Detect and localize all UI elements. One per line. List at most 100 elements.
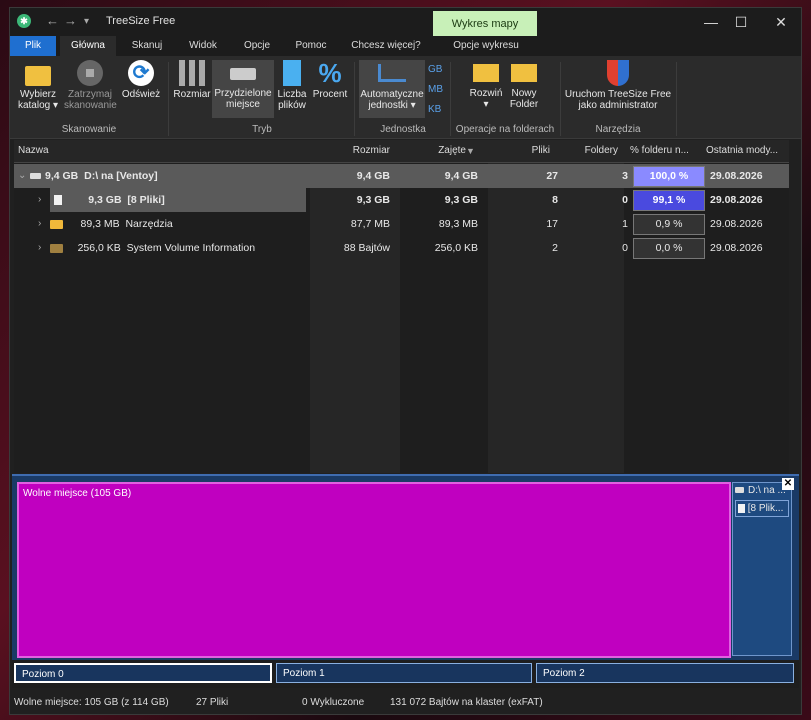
stop-scan-button[interactable]: Zatrzymaj skanowanie	[64, 60, 117, 111]
file-count-button[interactable]: Liczba plików	[274, 60, 310, 111]
forward-arrow-icon[interactable]: →	[64, 13, 77, 28]
minimize-button[interactable]: —	[696, 12, 726, 32]
title-bar: ✱ ← → ▾ TreeSize Free Wykres mapy drzewa…	[10, 8, 801, 56]
col-header-percent[interactable]: % folderu n...	[630, 140, 689, 162]
treemap-free-space-label: Wolne miejsce (105 GB)	[23, 488, 132, 499]
row-size: 88 Bajtów	[343, 242, 390, 254]
row-percent-bar: 99,1 %	[633, 190, 705, 211]
size-label: Rozmiar	[173, 89, 211, 100]
tab-view[interactable]: Widok	[176, 36, 230, 56]
tab-options[interactable]: Opcje	[234, 36, 280, 56]
new-folder-button[interactable]: Nowy Folder	[508, 60, 540, 110]
row-name: Narzędzia	[125, 218, 173, 230]
maximize-button[interactable]: ☐	[726, 12, 756, 32]
treemap-files-block[interactable]: [8 Plik...	[735, 500, 789, 517]
auto-units-button[interactable]: Automatyczne jednostki ▾	[359, 60, 425, 118]
group-label-folder-ops: Operacje na folderach	[455, 124, 555, 135]
table-row[interactable]: › 256,0 KB System Volume Information 88 …	[14, 236, 789, 260]
group-label-mode: Tryb	[252, 124, 272, 135]
auto-units-label-2: jednostki	[368, 100, 408, 111]
run-admin-label-2: jako administrator	[578, 100, 658, 111]
back-arrow-icon[interactable]: ←	[46, 13, 59, 28]
unit-kb-button[interactable]: KB	[428, 104, 441, 115]
tab-home[interactable]: Główna	[60, 36, 116, 56]
percent-button[interactable]: % Procent	[310, 60, 350, 100]
level-2-button[interactable]: Poziom 2	[536, 663, 794, 683]
size-mode-button[interactable]: Rozmiar	[172, 60, 212, 100]
file-stack-icon	[283, 60, 301, 86]
treemap-drive-block[interactable]: D:\ na ... [8 Plik...	[732, 482, 792, 656]
unit-gb-button[interactable]: GB	[428, 64, 442, 75]
row-modified: 29.08.2026	[710, 218, 763, 230]
select-directory-button[interactable]: Wybierz katalog ▾	[14, 60, 62, 111]
chevron-right-icon[interactable]: ›	[38, 188, 41, 212]
file-icon	[54, 195, 62, 206]
col-header-files[interactable]: Pliki	[488, 140, 550, 162]
treemap-free-space[interactable]: Wolne miejsce (105 GB)	[17, 482, 731, 658]
ribbon-tabs: Plik Główna Skanuj Widok Opcje Pomoc Chc…	[10, 36, 801, 56]
status-free-space: Wolne miejsce: 105 GB (z 114 GB)	[14, 697, 169, 708]
table-row[interactable]: › 9,3 GB [8 Pliki] 9,3 GB 9,3 GB 8 0 99,…	[14, 188, 789, 212]
row-name: [8 Pliki]	[127, 194, 165, 206]
chevron-down-icon[interactable]: ⌄	[18, 164, 26, 188]
close-icon[interactable]: ✕	[782, 478, 794, 490]
level-1-button[interactable]: Poziom 1	[276, 663, 532, 683]
tab-chart-options[interactable]: Opcje wykresu	[436, 36, 536, 56]
col-header-folders[interactable]: Foldery	[556, 140, 618, 162]
run-as-admin-button[interactable]: Uruchom TreeSize Free jako administrator	[564, 60, 672, 111]
treemap-files-label: [8 Plik...	[747, 503, 784, 514]
folder-icon	[50, 219, 63, 229]
row-size-label: 9,4 GB	[45, 170, 79, 182]
sort-desc-icon: ▼	[466, 146, 475, 156]
status-file-count: 27 Pliki	[196, 697, 229, 708]
file-count-label-2: plików	[278, 100, 306, 111]
tab-want-more[interactable]: Chcesz więcej?	[344, 36, 428, 56]
tab-file[interactable]: Plik	[10, 36, 56, 56]
treemap-drive-label: D:\ na ...	[748, 485, 786, 496]
row-size: 87,7 MB	[350, 218, 390, 230]
group-label-scan: Skanowanie	[61, 124, 117, 135]
folder-icon	[25, 66, 51, 86]
col-header-size[interactable]: Rozmiar	[314, 140, 390, 162]
col-header-name[interactable]: Nazwa	[18, 140, 49, 162]
row-percent-bar: 0,9 %	[633, 214, 705, 235]
col-header-modified[interactable]: Ostatnia mody...	[706, 140, 778, 162]
refresh-button[interactable]: ⟳ Odśwież	[118, 60, 164, 100]
expand-button[interactable]: Rozwiń ▾	[464, 60, 508, 110]
separator	[560, 62, 561, 136]
separator	[676, 62, 677, 136]
tree-cell: 9,3 GB [8 Pliki]	[50, 188, 306, 212]
row-modified: 29.08.2026	[710, 194, 763, 206]
allocated-space-button[interactable]: Przydzielone miejsce	[212, 60, 274, 118]
row-size: 9,3 GB	[356, 194, 390, 206]
table-row[interactable]: ⌄ 9,4 GB D:\ na [Ventoy] 9,4 GB 9,4 GB 2…	[14, 164, 789, 188]
status-excluded: 0 Wykluczone	[302, 697, 365, 708]
tab-help[interactable]: Pomoc	[286, 36, 336, 56]
level-0-button[interactable]: Poziom 0	[14, 663, 272, 683]
level-bar: Poziom 0 Poziom 1 Poziom 2	[12, 660, 799, 688]
close-button[interactable]: ✕	[766, 12, 796, 32]
drive-icon	[735, 487, 744, 494]
row-name: D:\ na [Ventoy]	[84, 170, 158, 182]
context-tab-treemap[interactable]: Wykres mapy drzewa	[433, 11, 537, 56]
row-size-label: 9,3 GB	[88, 194, 122, 206]
quick-access-menu-icon[interactable]: ▾	[84, 16, 89, 27]
group-label-tools: Narzędzia	[595, 124, 641, 135]
row-folders: 0	[622, 242, 628, 254]
chevron-right-icon[interactable]: ›	[38, 236, 41, 260]
chevron-right-icon[interactable]: ›	[38, 212, 41, 236]
auto-units-label-1: Automatyczne	[360, 89, 424, 100]
group-label-unit: Jednostka	[380, 124, 426, 135]
window-title: TreeSize Free	[106, 15, 176, 27]
row-percent-bar: 100,0 %	[633, 166, 705, 187]
table-row[interactable]: › 89,3 MB Narzędzia 87,7 MB 89,3 MB 17 1…	[14, 212, 789, 236]
file-icon	[738, 503, 745, 513]
run-admin-label-1: Uruchom TreeSize Free	[564, 89, 672, 100]
grid-header: Nazwa Rozmiar Zajęte ▼ Pliki Foldery % f…	[14, 140, 789, 163]
unit-mb-button[interactable]: MB	[428, 84, 443, 95]
col-header-used[interactable]: Zajęte	[402, 140, 466, 162]
row-used: 256,0 KB	[434, 242, 478, 254]
tab-scan[interactable]: Skanuj	[122, 36, 172, 56]
folder-grid: ⌄ 9,4 GB D:\ na [Ventoy] 9,4 GB 9,4 GB 2…	[14, 163, 789, 473]
select-dir-label-1: Wybierz	[19, 89, 57, 100]
